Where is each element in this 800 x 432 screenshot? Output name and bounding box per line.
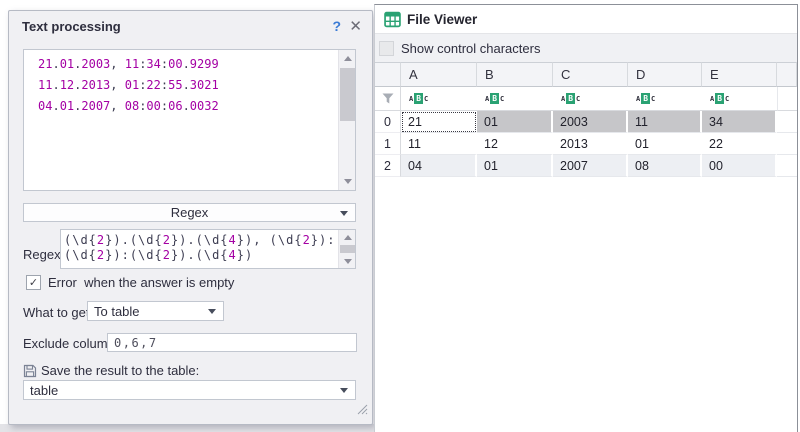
column-header-C[interactable]: C	[553, 62, 628, 87]
file-viewer-header: File Viewer	[375, 5, 797, 34]
filter-funnel-icon	[382, 93, 394, 104]
chevron-down-icon	[340, 211, 348, 216]
show-control-characters-checkbox[interactable]	[379, 41, 394, 56]
chevron-down-icon	[340, 388, 348, 393]
error-checkbox-label: Error when the answer is empty	[48, 275, 234, 290]
grid-cell-B0[interactable]: 01	[477, 111, 553, 133]
row-filler-cell	[777, 155, 797, 177]
scroll-up-icon[interactable]	[339, 231, 356, 243]
column-type-cell-C[interactable]: ABC	[553, 87, 628, 111]
scroll-down-icon[interactable]	[339, 174, 356, 189]
source-text-area[interactable]: 21.01.2003, 11:34:00.929911.12.2013, 01:…	[23, 49, 356, 191]
chevron-down-icon	[208, 309, 216, 314]
column-type-cell-A[interactable]: ABC	[401, 87, 477, 111]
grid-cell-A2[interactable]: 04	[401, 155, 477, 177]
row-filler-cell	[777, 111, 797, 133]
abc-type-badge: ABC	[561, 93, 580, 104]
grid-cell-D2[interactable]: 08	[628, 155, 702, 177]
resize-grip[interactable]	[355, 402, 368, 420]
save-row: Save the result to the table:	[23, 363, 199, 378]
resize-grip-icon	[355, 402, 368, 415]
dialog-title: Text processing	[22, 19, 121, 34]
row-index-2[interactable]: 2	[375, 155, 401, 177]
row-filler-cell	[777, 133, 797, 155]
row-index-1[interactable]: 1	[375, 133, 401, 155]
file-viewer-panel: File Viewer Show control characters ABCD…	[374, 4, 798, 432]
scroll-down-icon[interactable]	[339, 255, 356, 267]
grid-cell-B2[interactable]: 01	[477, 155, 553, 177]
grid-cell-B1[interactable]: 12	[477, 133, 553, 155]
abc-type-badge: ABC	[636, 93, 655, 104]
grid-corner-cell[interactable]	[375, 62, 401, 87]
column-header-A[interactable]: A	[401, 62, 477, 87]
background-strip	[0, 424, 374, 432]
source-text: 21.01.2003, 11:34:00.929911.12.2013, 01:…	[24, 54, 337, 190]
save-icon	[23, 364, 37, 378]
table-grid-icon	[384, 11, 401, 28]
help-icon[interactable]: ?	[332, 18, 341, 34]
grid-cell-A1[interactable]: 11	[401, 133, 477, 155]
file-viewer-title: File Viewer	[407, 12, 477, 27]
table-dropdown-value: table	[30, 383, 58, 398]
mode-dropdown-value: Regex	[171, 205, 209, 220]
row-index-0[interactable]: 0	[375, 111, 401, 133]
error-checkbox[interactable]: ✓	[26, 275, 41, 290]
source-scrollbar[interactable]	[338, 50, 355, 190]
regex-label: Regex	[23, 247, 61, 262]
grid-cell-D1[interactable]: 01	[628, 133, 702, 155]
scroll-thumb[interactable]	[340, 68, 355, 121]
abc-type-badge: ABC	[710, 93, 729, 104]
column-header-D[interactable]: D	[628, 62, 702, 87]
data-grid: ABCDEABCABCABCABCABC02101200311341111220…	[375, 62, 797, 177]
grid-cell-D0[interactable]: 11	[628, 111, 702, 133]
exclude-columns-value: 0,6,7	[114, 336, 158, 350]
regex-text: (\d{2}).(\d{2}).(\d{4}), (\d{2}):(\d{2})…	[64, 233, 337, 263]
abc-type-badge: ABC	[485, 93, 504, 104]
text-processing-dialog: Text processing ? ✕ 21.01.2003, 11:34:00…	[8, 10, 373, 425]
column-type-cell-D[interactable]: ABC	[628, 87, 702, 111]
grid-cell-E2[interactable]: 00	[702, 155, 777, 177]
column-header-B[interactable]: B	[477, 62, 553, 87]
exclude-columns-input[interactable]: 0,6,7	[107, 333, 357, 352]
grid-cell-C0[interactable]: 2003	[553, 111, 628, 133]
error-checkbox-row: ✓ Error when the answer is empty	[26, 275, 234, 290]
what-to-get-label: What to get	[23, 305, 89, 320]
column-header-E[interactable]: E	[702, 62, 777, 87]
scroll-thumb[interactable]	[340, 245, 355, 253]
what-to-get-value: To table	[94, 304, 140, 319]
scroll-up-icon[interactable]	[339, 51, 356, 66]
regex-input[interactable]: (\d{2}).(\d{2}).(\d{4}), (\d{2}):(\d{2})…	[60, 229, 356, 269]
abc-type-badge: ABC	[409, 93, 428, 104]
column-type-cell-E[interactable]: ABC	[702, 87, 777, 111]
column-type-cell-B[interactable]: ABC	[477, 87, 553, 111]
checkmark-icon: ✓	[29, 276, 38, 289]
grid-cell-E0[interactable]: 34	[702, 111, 777, 133]
grid-cell-A0[interactable]: 21	[401, 111, 477, 133]
mode-dropdown[interactable]: Regex	[23, 203, 356, 222]
what-to-get-dropdown[interactable]: To table	[87, 301, 224, 321]
table-dropdown[interactable]: table	[23, 380, 356, 400]
column-header-filler	[777, 62, 797, 87]
grid-cell-C2[interactable]: 2007	[553, 155, 628, 177]
save-label: Save the result to the table:	[41, 363, 199, 378]
grid-cell-E1[interactable]: 22	[702, 133, 777, 155]
regex-scrollbar[interactable]	[338, 230, 355, 268]
filter-filler-cell	[777, 87, 797, 111]
close-icon[interactable]: ✕	[349, 17, 362, 35]
show-control-characters-label: Show control characters	[401, 41, 540, 56]
filter-cell[interactable]	[375, 87, 401, 111]
show-control-characters-row: Show control characters	[375, 34, 797, 62]
grid-cell-C1[interactable]: 2013	[553, 133, 628, 155]
